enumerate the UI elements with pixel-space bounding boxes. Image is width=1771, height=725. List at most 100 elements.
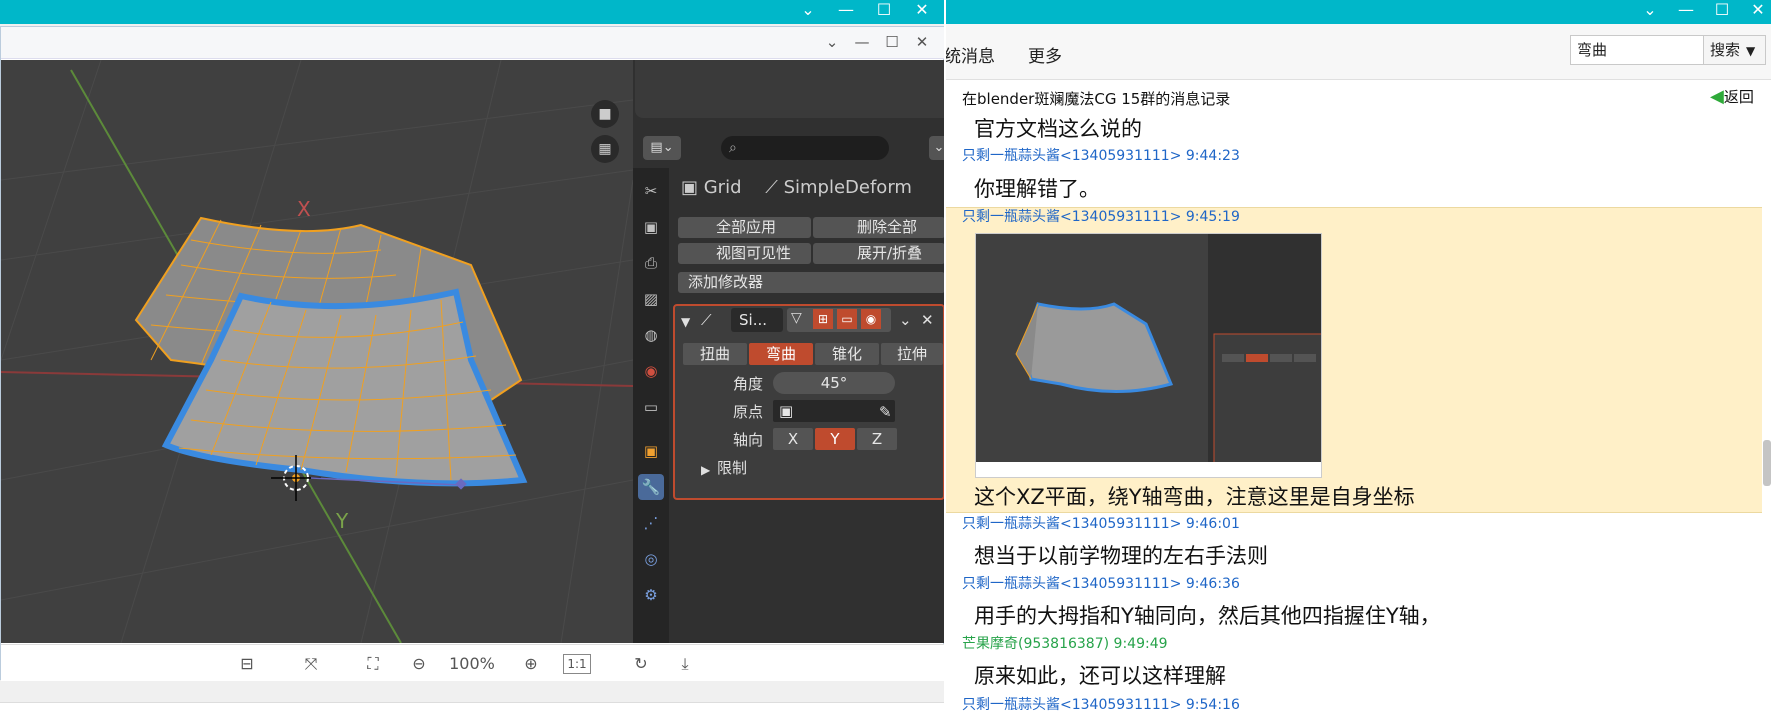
property-tabs: ✂ ▣ ⎙ ▨ ◍ ◉ ▭ ▣ 🔧 ⋰ ◎ ⚙ bbox=[633, 168, 669, 643]
tab-sys-messages[interactable]: 统消息 bbox=[946, 42, 995, 67]
collection-tab-icon[interactable]: ▭ bbox=[638, 394, 664, 420]
message-text: 这个XZ平面，绕Y轴弯曲，注意这里是自身坐标 bbox=[974, 485, 1415, 509]
expand-collapse-button[interactable]: 展开/折叠 bbox=[813, 243, 944, 264]
dropdown-button[interactable]: ⌄ bbox=[790, 0, 826, 22]
blender-3d-viewport[interactable]: Y Z X bbox=[1, 60, 633, 643]
delete-all-button[interactable]: 删除全部 bbox=[813, 217, 944, 238]
render-icon[interactable]: ◉ bbox=[861, 309, 881, 329]
mode-twist[interactable]: 扭曲 bbox=[683, 343, 747, 365]
back-link[interactable]: ◀返回 bbox=[1710, 86, 1754, 107]
viewport-visibility-label: 视图可见性 bbox=[716, 244, 792, 262]
outer-title-bar: ⌄ — ☐ ✕ bbox=[0, 0, 944, 24]
rotate-icon[interactable]: ↻ bbox=[627, 651, 655, 677]
message-meta[interactable]: 只剩一瓶蒜头酱<13405931111> 9:46:01 bbox=[962, 514, 1240, 534]
tool-tab-icon[interactable]: ✂ bbox=[638, 178, 664, 204]
message-meta[interactable]: 只剩一瓶蒜头酱<13405931111> 9:44:23 bbox=[962, 146, 1240, 166]
chat-close-button[interactable]: ✕ bbox=[1740, 0, 1771, 22]
origin-field[interactable]: ▣ bbox=[773, 400, 895, 422]
download-icon[interactable]: ⤓ bbox=[671, 651, 699, 677]
minimize-button[interactable]: — bbox=[828, 0, 864, 22]
maximize-button[interactable]: ☐ bbox=[866, 0, 902, 22]
axis-y-button[interactable]: Y bbox=[815, 428, 855, 450]
viewer-minimize-button[interactable]: — bbox=[849, 32, 875, 54]
view-layer-tab-icon[interactable]: ▨ bbox=[638, 286, 664, 312]
editmode-icon[interactable]: ⊞ bbox=[813, 309, 833, 329]
fullscreen-icon[interactable]: ⛶ bbox=[359, 651, 387, 677]
mode-stretch[interactable]: 拉伸 bbox=[881, 343, 943, 365]
scrollbar-thumb[interactable] bbox=[1763, 440, 1771, 486]
add-modifier-label: 添加修改器 bbox=[688, 273, 764, 291]
modifier-name: Si... bbox=[739, 311, 767, 329]
modifier-name-field[interactable]: Si... bbox=[731, 308, 783, 332]
physics-tab-icon[interactable]: ◎ bbox=[638, 546, 664, 572]
message-text: 你理解错了。 bbox=[974, 177, 1100, 201]
scene-tab-icon[interactable]: ◍ bbox=[638, 322, 664, 348]
message-meta[interactable]: 芒果摩奇(953816387) 9:49:49 bbox=[962, 634, 1168, 654]
chat-maximize-button[interactable]: ☐ bbox=[1704, 0, 1740, 22]
modifier-toggles: ▽ ⊞ ▭ ◉ bbox=[787, 308, 891, 332]
simpledeform-icon: ⟋ bbox=[701, 311, 712, 329]
zoom-out-icon[interactable]: ⊖ bbox=[405, 651, 433, 677]
message-image-thumbnail[interactable] bbox=[975, 233, 1322, 478]
viewport-visibility-button[interactable]: 视图可见性 bbox=[678, 243, 811, 264]
search-icon[interactable]: ⌕ bbox=[721, 136, 889, 160]
chat-dropdown-button[interactable]: ⌄ bbox=[1632, 0, 1668, 22]
message-meta[interactable]: 只剩一瓶蒜头酱<13405931111> 9:46:36 bbox=[962, 574, 1240, 594]
options-dropdown[interactable]: ⌄ bbox=[929, 136, 944, 160]
message-meta[interactable]: 只剩一瓶蒜头酱<13405931111> 9:54:16 bbox=[962, 695, 1240, 715]
breadcrumb: ▣ Grid ⟋ SimpleDeform bbox=[681, 175, 912, 201]
camera-icon[interactable]: ■ bbox=[591, 100, 619, 128]
apply-all-button[interactable]: 全部应用 bbox=[678, 217, 811, 238]
layout-icon[interactable]: ⊟ bbox=[233, 651, 261, 677]
origin-label: 原点 bbox=[733, 403, 764, 421]
constraints-tab-icon[interactable]: ⚙ bbox=[638, 582, 664, 608]
edit-cage-icon[interactable]: ▽ bbox=[791, 310, 802, 326]
wrench-icon: ⟋ bbox=[765, 177, 784, 198]
modifier-panel: ▼ ⟋ Si... ▽ ⊞ ▭ ◉ ⌄ ✕ 扭曲 弯曲 锥化 拉伸 角度 45°… bbox=[673, 304, 944, 500]
restrictions-label[interactable]: 限制 bbox=[717, 458, 747, 478]
render-tab-icon[interactable]: ▣ bbox=[638, 214, 664, 240]
angle-label: 角度 bbox=[733, 375, 764, 393]
zoom-in-icon[interactable]: ⊕ bbox=[517, 651, 545, 677]
y-axis-label: Y bbox=[335, 509, 349, 533]
eyedropper-icon[interactable]: ✎ bbox=[879, 402, 892, 422]
search-button[interactable]: 搜索 ▼ bbox=[1704, 35, 1766, 65]
close-button[interactable]: ✕ bbox=[904, 0, 940, 22]
chat-minimize-button[interactable]: — bbox=[1668, 0, 1704, 22]
object-tab-icon[interactable]: ▣ bbox=[638, 438, 664, 464]
viewer-panel: ⌄ — ☐ ✕ Y Z X bbox=[0, 26, 944, 681]
outliner-area bbox=[635, 60, 944, 118]
viewer-dropdown-button[interactable]: ⌄ bbox=[819, 32, 845, 54]
add-modifier-button[interactable]: 添加修改器 bbox=[678, 272, 944, 293]
message-meta[interactable]: 只剩一瓶蒜头酱<13405931111> 9:45:19 bbox=[962, 207, 1240, 227]
back-label: 返回 bbox=[1723, 88, 1754, 106]
particles-tab-icon[interactable]: ⋰ bbox=[638, 510, 664, 536]
fit-icon[interactable]: ⤧ bbox=[297, 651, 325, 677]
world-tab-icon[interactable]: ◉ bbox=[638, 358, 664, 384]
grid-view-icon[interactable]: ▦ bbox=[591, 135, 619, 163]
axis-z-button[interactable]: Z bbox=[857, 428, 897, 450]
viewport-icon[interactable]: ▭ bbox=[837, 309, 857, 329]
collapse-arrow-icon[interactable]: ▼ bbox=[681, 312, 690, 332]
chat-toolbar: 统消息 更多 弯曲 搜索 ▼ bbox=[946, 24, 1771, 80]
modifier-tab-icon[interactable]: 🔧 bbox=[638, 474, 664, 500]
mode-bend[interactable]: 弯曲 bbox=[749, 343, 813, 365]
modifier-menu-icon[interactable]: ⌄ bbox=[899, 310, 912, 330]
expand-arrow-icon[interactable]: ▶ bbox=[701, 460, 710, 480]
breadcrumb-modifier: SimpleDeform bbox=[783, 177, 912, 198]
breadcrumb-object: Grid bbox=[703, 177, 742, 198]
search-input[interactable]: 弯曲 bbox=[1570, 35, 1704, 65]
thumbnail-image bbox=[976, 234, 1321, 477]
history-title: 在blender斑斓魔法CG 15群的消息记录 bbox=[962, 90, 1231, 108]
mode-taper[interactable]: 锥化 bbox=[815, 343, 879, 365]
angle-field[interactable]: 45° bbox=[773, 372, 895, 394]
viewer-close-button[interactable]: ✕ bbox=[909, 32, 935, 54]
actual-size-button[interactable]: 1:1 bbox=[563, 654, 591, 674]
remove-modifier-icon[interactable]: ✕ bbox=[921, 310, 934, 330]
tab-more[interactable]: 更多 bbox=[1028, 42, 1062, 67]
viewer-maximize-button[interactable]: ☐ bbox=[879, 32, 905, 54]
output-tab-icon[interactable]: ⎙ bbox=[638, 250, 664, 276]
axis-x-button[interactable]: X bbox=[773, 428, 813, 450]
axis-label: 轴向 bbox=[733, 431, 764, 449]
editor-type-icon[interactable]: ▤⌄ bbox=[643, 136, 681, 160]
